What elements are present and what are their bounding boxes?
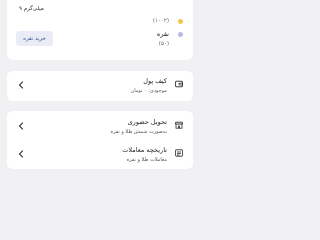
wallet-card: کیف پول موجودی: ۰ تومان xyxy=(7,71,193,101)
store-icon xyxy=(175,121,183,129)
silver-name: نقره xyxy=(156,30,169,38)
gold-weight: ۹ میلی‌گرم xyxy=(19,6,44,12)
services-card: تحویل حضوری به‌صورت شمش طلا و نقره تاریخ… xyxy=(7,111,193,169)
buy-silver-button[interactable]: خرید نقره xyxy=(16,31,53,46)
gold-dot-icon xyxy=(178,19,183,24)
wallet-icon xyxy=(175,80,183,88)
menu-item-in-person-delivery[interactable]: تحویل حضوری به‌صورت شمش طلا و نقره xyxy=(7,112,193,141)
wallet-title: کیف پول xyxy=(143,77,167,85)
gold-row: ۹ میلی‌گرم (۱۰۰۲) xyxy=(7,0,193,24)
in-person-delivery-subtitle: به‌صورت شمش طلا و نقره xyxy=(110,129,167,135)
gold-count: (۱۰۰۲) xyxy=(152,18,169,24)
history-icon xyxy=(175,149,183,157)
menu-item-trade-history[interactable]: تاریخچه معاملات معاملات طلا و نقره xyxy=(7,140,193,169)
trade-history-subtitle: معاملات طلا و نقره xyxy=(126,157,167,163)
in-person-delivery-title: تحویل حضوری xyxy=(127,118,167,126)
wallet-balance: موجودی: ۰ تومان xyxy=(130,88,167,94)
assets-page: ۹ میلی‌گرم (۱۰۰۲) نقره (۵۰) خرید نقره کی… xyxy=(0,0,200,200)
chevron-left-icon xyxy=(18,122,24,130)
silver-count: (۵۰) xyxy=(158,41,169,47)
asset-card: ۹ میلی‌گرم (۱۰۰۲) نقره (۵۰) خرید نقره xyxy=(7,0,193,60)
menu-item-wallet[interactable]: کیف پول موجودی: ۰ تومان xyxy=(7,71,193,100)
chevron-left-icon xyxy=(18,81,24,89)
chevron-left-icon xyxy=(18,150,24,158)
trade-history-title: تاریخچه معاملات xyxy=(122,146,167,154)
silver-dot-icon xyxy=(178,32,183,37)
